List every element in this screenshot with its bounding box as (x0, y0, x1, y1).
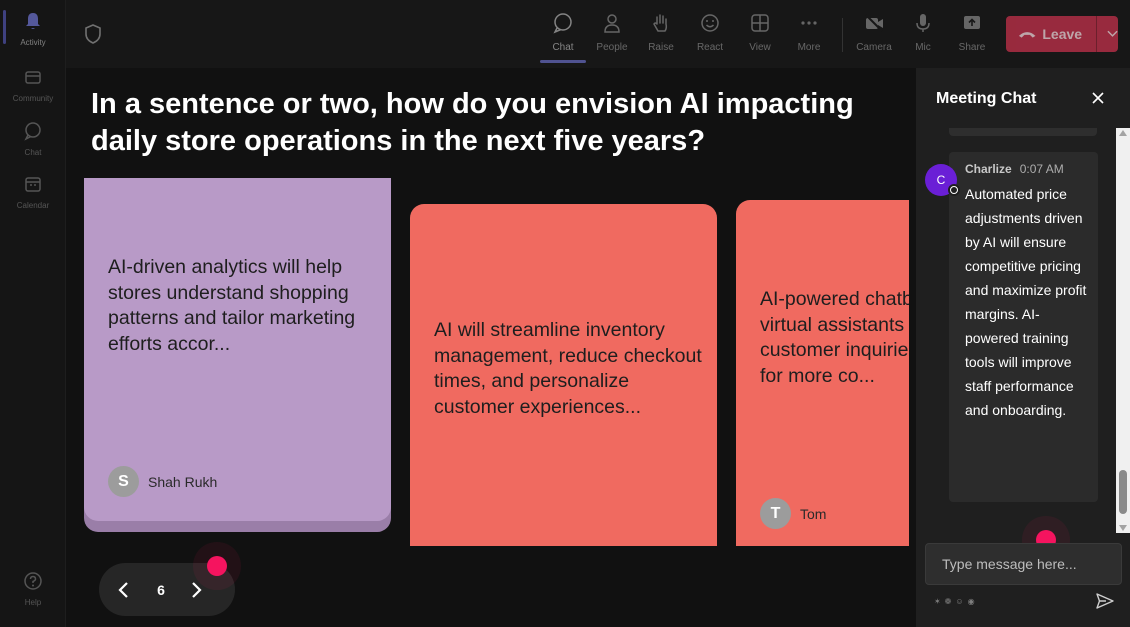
chevron-down-icon[interactable] (1107, 30, 1118, 38)
chat-messages: Charlize 0:07 AM Automated price adjustme… (916, 128, 1116, 533)
card-text: AI will streamline inventory management,… (434, 319, 702, 418)
people-label: People (596, 42, 628, 53)
people-button[interactable]: People (589, 12, 635, 53)
rail-label: Chat (24, 148, 42, 157)
rail-item-activity[interactable]: Activity (0, 10, 66, 47)
rail-item-help[interactable]: Help (0, 570, 66, 607)
chat-header: Meeting Chat (916, 68, 1130, 128)
close-icon[interactable] (1091, 91, 1105, 105)
card-text: AI-powered chatbots and virtual assistan… (760, 287, 909, 389)
phone-hangup-icon (1018, 32, 1036, 38)
raise-hand-button[interactable]: Raise (638, 12, 684, 53)
avatar: S (108, 466, 139, 497)
more-label: More (797, 42, 821, 53)
chat-title: Meeting Chat (936, 90, 1037, 107)
response-card[interactable]: AI-driven analytics will help stores und… (84, 178, 391, 532)
people-icon (604, 14, 620, 33)
rail-item-community[interactable]: Community (0, 66, 66, 103)
message-meta: Charlize 0:07 AM (965, 162, 1064, 176)
card-face: AI-driven analytics will help stores und… (84, 178, 391, 521)
community-icon (25, 71, 41, 84)
more-icon (801, 21, 817, 25)
chat-icon (24, 122, 41, 141)
more-button[interactable]: More (786, 12, 832, 53)
view-button[interactable]: View (737, 12, 783, 53)
rail-label: Help (24, 598, 42, 607)
gif-icon[interactable]: ◉ (968, 597, 975, 606)
pointer-indicator (207, 556, 227, 576)
camera-button[interactable]: Camera (851, 12, 897, 53)
shield-icon (85, 24, 101, 44)
share-button[interactable]: Share (949, 12, 995, 53)
leave-button[interactable]: Leave (1006, 16, 1118, 52)
mic-icon (916, 14, 930, 32)
author-name: Tom (800, 505, 827, 522)
smiley-icon (701, 14, 719, 32)
app-rail: Activity Community Chat Calendar Help (0, 0, 66, 627)
view-label: View (749, 42, 771, 53)
avatar: T (760, 498, 791, 529)
message-input[interactable] (925, 543, 1122, 585)
card-text: AI-driven analytics will help stores und… (108, 256, 356, 355)
emoji-icon[interactable]: ☺ (955, 597, 963, 606)
toolbar-divider (842, 18, 843, 52)
scroll-up-icon[interactable] (1119, 130, 1127, 136)
rail-item-chat[interactable]: Chat (0, 120, 66, 157)
response-cards: AI-driven analytics will help stores und… (66, 178, 909, 546)
hand-icon (653, 14, 668, 32)
presence-indicator (948, 184, 960, 196)
share-icon (964, 16, 980, 29)
chat-button[interactable]: Chat (540, 12, 586, 63)
presentation-stage: In a sentence or two, how do you envisio… (66, 68, 916, 627)
chat-icon (553, 13, 572, 34)
message-time: 0:07 AM (1019, 162, 1064, 176)
card-text-content: AI-powered chatbots and virtual assistan… (760, 288, 909, 387)
format-icon[interactable]: ✶ (934, 597, 941, 606)
meeting-toolbar: Chat People Raise React View More Camera… (66, 0, 1130, 68)
response-card[interactable]: AI will streamline inventory management,… (410, 204, 717, 546)
previous-message (949, 128, 1097, 136)
grid-icon (751, 14, 769, 32)
share-label: Share (958, 42, 986, 53)
rail-label: Activity (20, 38, 46, 47)
help-icon (24, 572, 42, 590)
question-title: In a sentence or two, how do you envisio… (91, 88, 854, 157)
scroll-down-icon[interactable] (1119, 525, 1127, 531)
response-card[interactable]: AI-powered chatbots and virtual assistan… (736, 200, 909, 546)
mic-button[interactable]: Mic (900, 12, 946, 53)
format-toolbar: ✶ ❁ ☺ ◉ (934, 597, 975, 606)
calendar-icon (25, 177, 41, 192)
scroll-thumb[interactable] (1119, 470, 1127, 514)
author-name: Shah Rukh (148, 473, 218, 490)
leave-divider (1096, 16, 1097, 52)
card-author: S Shah Rukh (108, 466, 217, 497)
chat-message: Charlize 0:07 AM Automated price adjustme… (949, 152, 1098, 502)
chevron-right-icon[interactable] (189, 581, 203, 599)
page-number: 6 (157, 581, 165, 598)
rail-label: Community (12, 94, 54, 103)
message-sender: Charlize (965, 162, 1012, 176)
leave-label: Leave (1042, 26, 1083, 42)
card-author: T Tom (760, 498, 826, 529)
camera-off-icon (865, 14, 883, 32)
rail-label: Calendar (16, 201, 50, 210)
mic-label: Mic (915, 42, 931, 53)
react-label: React (696, 42, 724, 53)
chevron-left-icon[interactable] (117, 581, 131, 599)
camera-label: Camera (856, 42, 892, 53)
send-icon[interactable] (1096, 593, 1114, 609)
raise-label: Raise (648, 42, 674, 53)
meeting-chat-panel: Meeting Chat Charlize 0:07 AM Automated p… (916, 68, 1130, 627)
rail-item-calendar[interactable]: Calendar (0, 173, 66, 210)
bell-icon (26, 13, 40, 29)
chat-scrollbar[interactable] (1116, 128, 1130, 533)
chat-label: Chat (552, 42, 574, 53)
react-button[interactable]: React (687, 12, 733, 53)
message-text: Automated price adjustments driven by AI… (965, 186, 1087, 418)
attach-icon[interactable]: ❁ (945, 597, 952, 606)
